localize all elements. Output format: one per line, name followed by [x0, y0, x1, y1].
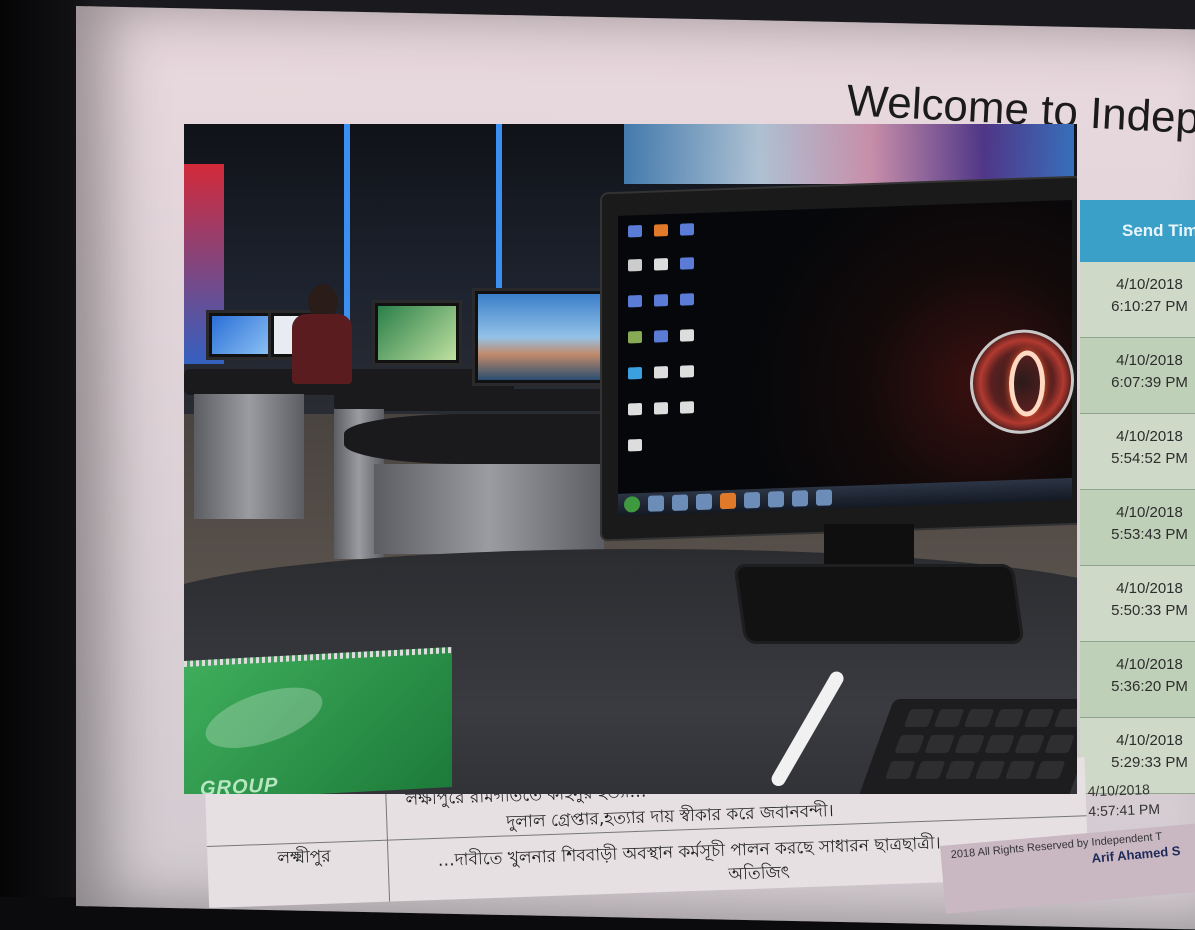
send-time-table: Send Tim: [1080, 200, 1195, 262]
send-date: 4/10/2018: [1116, 276, 1183, 293]
desktop-icon: [628, 224, 642, 238]
desktop-icon: [680, 257, 694, 270]
send-time-cell: 4/10/2018 5:36:20 PM: [1080, 642, 1195, 718]
desktop-icon: [654, 294, 668, 307]
monitor-desktop: [618, 199, 1074, 516]
background-monitor: [472, 288, 612, 386]
foreground-monitor: [602, 177, 1077, 540]
desk-drawer: [194, 394, 304, 519]
desktop-icon: [680, 293, 694, 306]
desktop-icon: [680, 401, 694, 414]
bottom-time-clock: 4:57:41 PM: [1088, 800, 1161, 820]
desktop-icon: [654, 366, 668, 379]
taskbar-icon: [672, 494, 688, 511]
send-date: 4/10/2018: [1116, 504, 1183, 521]
desk-drawer: [374, 464, 604, 554]
send-clock: 5:36:20 PM: [1111, 678, 1188, 695]
send-time-cell: 4/10/2018 5:54:52 PM: [1080, 414, 1195, 490]
send-time-cell: 4/10/2018 6:10:27 PM: [1080, 262, 1195, 338]
send-time-cell: 4/10/2018 5:53:43 PM: [1080, 490, 1195, 566]
notebook-logo: [199, 675, 329, 761]
taskbar-icon: [816, 489, 832, 506]
send-time-list: 4/10/2018 6:10:27 PM 4/10/2018 6:07:39 PM 4/…: [1080, 262, 1195, 794]
send-clock: 6:10:27 PM: [1111, 298, 1188, 315]
green-notebook: GROUP: [184, 646, 452, 794]
taskbar-icon: [720, 492, 736, 510]
send-date: 4/10/2018: [1116, 428, 1183, 445]
taskbar-icon: [744, 491, 760, 509]
desktop-icon: [680, 223, 694, 236]
send-clock: 5:53:43 PM: [1111, 526, 1188, 543]
desktop-icon: [628, 294, 642, 308]
taskbar-icon: [768, 491, 784, 508]
taskbar-icon: [648, 495, 664, 512]
news-line-4: অতিজিৎ: [727, 862, 791, 885]
video-wall: [624, 124, 1074, 184]
start-button-icon: [624, 496, 640, 513]
desktop-icon: [680, 365, 694, 378]
bottom-time-date: 4/10/2018: [1087, 781, 1151, 800]
send-date: 4/10/2018: [1116, 732, 1183, 749]
desktop-icon: [628, 258, 642, 272]
send-time-cell: 4/10/2018 5:50:33 PM: [1080, 566, 1195, 642]
curved-desk: [344, 414, 644, 464]
background-monitor: [372, 300, 462, 366]
send-date: 4/10/2018: [1116, 656, 1183, 673]
person-at-desk: [292, 284, 352, 394]
send-clock: 5:54:52 PM: [1111, 450, 1188, 467]
monitor-stand-base: [733, 564, 1025, 644]
desktop-icon: [628, 366, 642, 380]
taskbar-icon: [792, 490, 808, 507]
desktop-icon: [628, 330, 642, 344]
send-time-cell: 4/10/2018 6:07:39 PM: [1080, 338, 1195, 414]
send-date: 4/10/2018: [1116, 352, 1183, 369]
send-clock: 5:29:33 PM: [1111, 754, 1188, 771]
wallpaper-logo: [970, 327, 1074, 436]
desktop-icon: [628, 402, 642, 416]
taskbar-icon: [696, 493, 712, 511]
desktop-icon: [680, 329, 694, 342]
desktop-icon: [654, 330, 668, 343]
send-clock: 6:07:39 PM: [1111, 374, 1188, 391]
desktop-icon: [628, 438, 642, 452]
desktop-icon: [654, 224, 668, 237]
bottom-time-cell: 4/10/2018 4:57:41 PM: [1087, 779, 1160, 821]
send-clock: 5:50:33 PM: [1111, 602, 1188, 619]
send-time-header: Send Tim: [1080, 200, 1195, 262]
taskbar: [618, 477, 1072, 516]
desktop-icon: [654, 402, 668, 415]
newsroom-photo: GROUP: [184, 124, 1077, 794]
desktop-icon: [654, 258, 668, 271]
notebook-brand-text: GROUP: [200, 774, 279, 794]
district-cell: লক্ষ্মীপুর: [277, 846, 332, 869]
send-date: 4/10/2018: [1116, 580, 1183, 597]
